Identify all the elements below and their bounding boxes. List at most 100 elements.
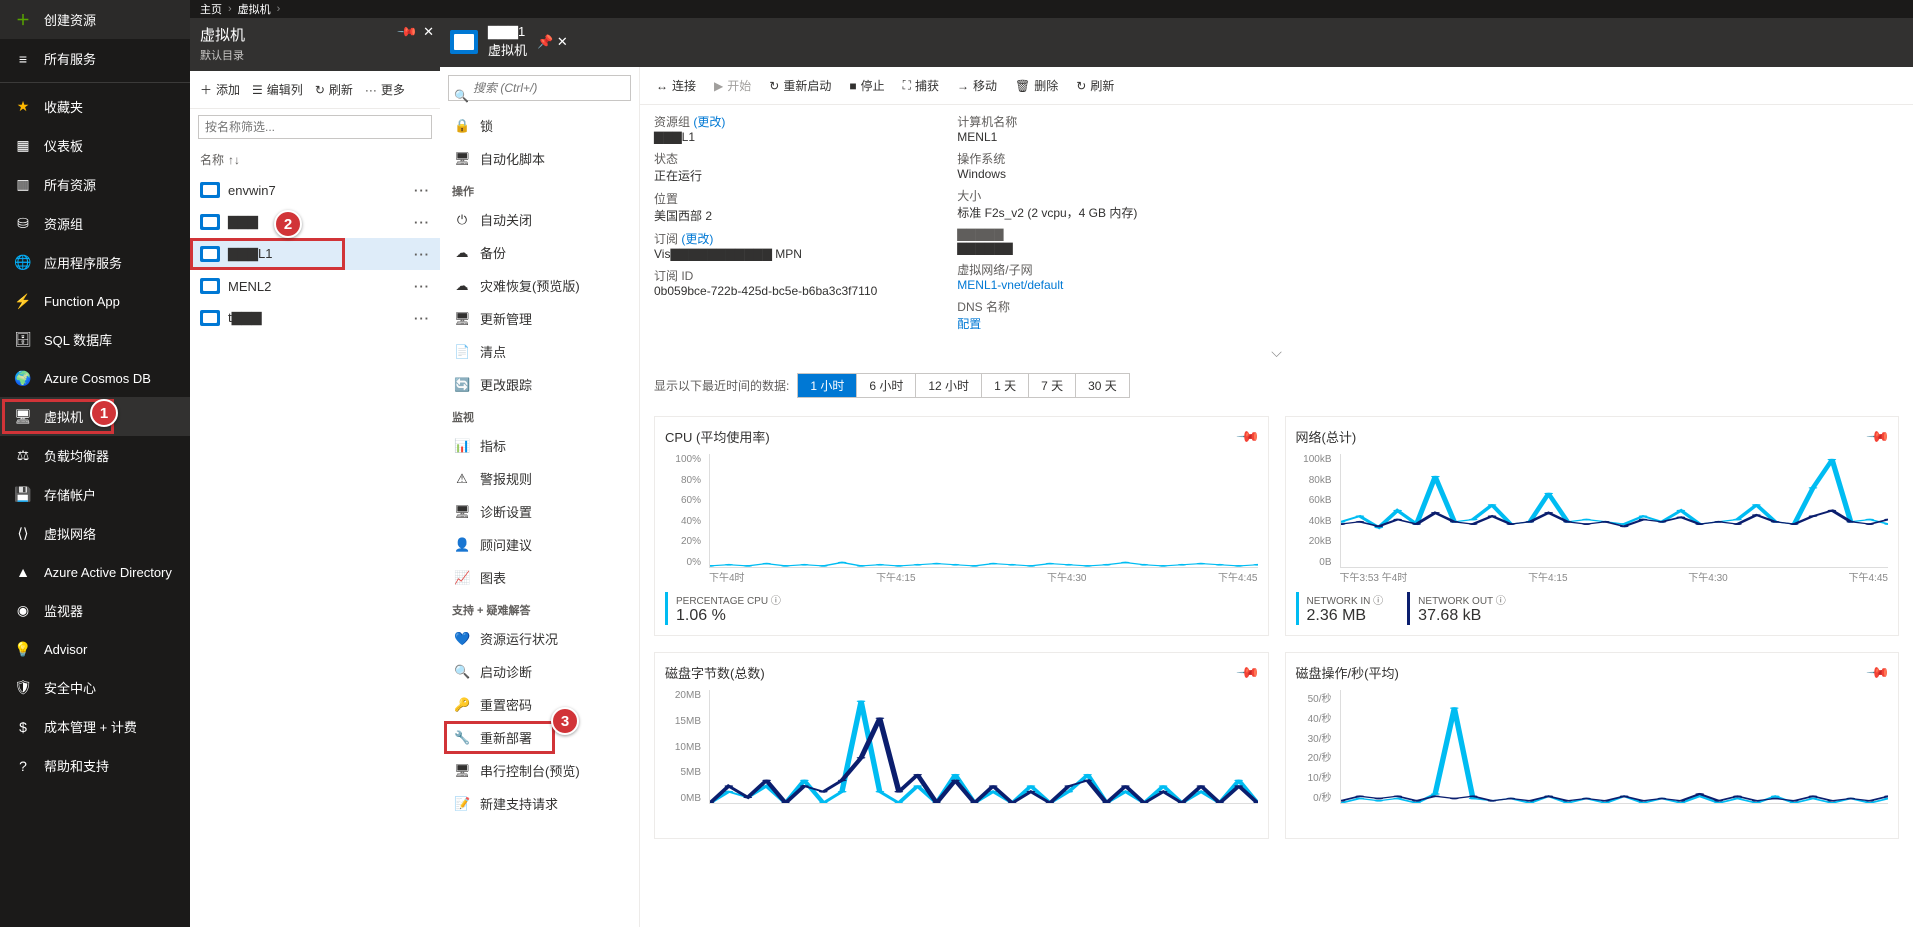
nav-favorites[interactable]: ★ 收藏夹 bbox=[0, 87, 190, 126]
settings-search-input[interactable] bbox=[448, 75, 631, 101]
nav-item-6[interactable]: 🌍Azure Cosmos DB bbox=[0, 359, 190, 397]
nav-item-4[interactable]: ⚡Function App bbox=[0, 282, 190, 320]
close-icon[interactable]: ✕ bbox=[557, 34, 568, 49]
menu-item[interactable]: 🔧重新部署3 bbox=[440, 721, 639, 754]
chart-legend: PERCENTAGE CPU ⓘ1.06 % bbox=[665, 592, 1258, 625]
nav-item-12[interactable]: ◉监视器 bbox=[0, 591, 190, 630]
vm-row[interactable]: ▇▇▇L1··· bbox=[190, 238, 440, 270]
filter-input[interactable] bbox=[198, 115, 432, 139]
chart-area[interactable]: 100%80%60%40%20%0% 下午4时下午4:15下午4:30下午4:4… bbox=[665, 454, 1258, 584]
menu-item[interactable]: 🖥更新管理 bbox=[440, 302, 639, 335]
nav-item-3[interactable]: 🌐应用程序服务 bbox=[0, 243, 190, 282]
time-range-button[interactable]: 30 天 bbox=[1076, 374, 1129, 397]
info-icon: ⓘ bbox=[1496, 596, 1506, 607]
menu-item[interactable]: 📄清点 bbox=[440, 335, 639, 368]
vm-row[interactable]: envwin7··· bbox=[190, 174, 440, 206]
menu-icon: 🖥 bbox=[454, 504, 470, 520]
start-button[interactable]: ▶开始 bbox=[708, 75, 757, 96]
nav-item-15[interactable]: $成本管理 + 计费 bbox=[0, 707, 190, 746]
vm-row[interactable]: ▇▇▇··· bbox=[190, 206, 440, 238]
refresh-button[interactable]: ↻刷新 bbox=[311, 79, 357, 100]
pin-icon[interactable]: 📌 bbox=[1235, 424, 1261, 450]
prop-value: 美国西部 2 bbox=[654, 207, 877, 224]
nav-item-14[interactable]: 🛡安全中心 bbox=[0, 668, 190, 707]
more-icon[interactable]: ··· bbox=[414, 311, 430, 326]
menu-item[interactable]: 👤顾问建议 bbox=[440, 528, 639, 561]
more-icon[interactable]: ··· bbox=[414, 183, 430, 198]
chart-area[interactable]: 50/秒40/秒30/秒20/秒10/秒0/秒 bbox=[1296, 690, 1889, 820]
pin-icon[interactable]: 📌 bbox=[1235, 660, 1261, 686]
menu-item[interactable]: 💙资源运行状况 bbox=[440, 622, 639, 655]
menu-item[interactable]: 📊指标 bbox=[440, 429, 639, 462]
more-button[interactable]: ···更多 bbox=[361, 79, 409, 100]
time-range-button[interactable]: 12 小时 bbox=[916, 374, 982, 397]
chart-area[interactable]: 100kB80kB60kB40kB20kB0B 下午3:53 午4时下午4:15… bbox=[1296, 454, 1889, 584]
time-range-button[interactable]: 7 天 bbox=[1029, 374, 1076, 397]
menu-item[interactable]: 📝新建支持请求 bbox=[440, 787, 639, 820]
refresh-button[interactable]: ↻刷新 bbox=[1070, 75, 1120, 96]
pin-icon[interactable]: 📌 bbox=[1866, 660, 1892, 686]
menu-item[interactable]: 🖥自动化脚本 bbox=[440, 142, 639, 175]
prop-change-link[interactable]: (更改) bbox=[693, 115, 725, 129]
prop-value[interactable]: MENL1-vnet/default bbox=[957, 278, 1137, 292]
nav-item-7[interactable]: 🖥虚拟机1 bbox=[0, 397, 190, 436]
nav-label: Function App bbox=[44, 294, 120, 309]
time-range-button[interactable]: 1 天 bbox=[982, 374, 1029, 397]
menu-item[interactable]: ⚠警报规则 bbox=[440, 462, 639, 495]
vm-row[interactable]: MENL2··· bbox=[190, 270, 440, 302]
pin-icon[interactable]: 📌 bbox=[396, 21, 419, 44]
restart-button[interactable]: ↻重新启动 bbox=[763, 75, 837, 96]
breadcrumb-vm[interactable]: 虚拟机 bbox=[238, 1, 271, 17]
menu-label: 诊断设置 bbox=[480, 502, 532, 521]
nav-item-5[interactable]: 🗄SQL 数据库 bbox=[0, 320, 190, 359]
time-range-button[interactable]: 1 小时 bbox=[798, 374, 857, 397]
nav-item-13[interactable]: 💡Advisor bbox=[0, 630, 190, 668]
vm-row[interactable]: t▇▇▇··· bbox=[190, 302, 440, 334]
more-icon[interactable]: ··· bbox=[414, 247, 430, 262]
menu-item[interactable]: 🔍启动诊断 bbox=[440, 655, 639, 688]
plot bbox=[709, 454, 1258, 568]
list-header-name[interactable]: 名称 ↑↓ bbox=[190, 145, 440, 174]
prop-value[interactable]: 配置 bbox=[957, 315, 1137, 332]
menu-item[interactable]: ☁灾难恢复(预览版) bbox=[440, 269, 639, 302]
nav-item-2[interactable]: ⛁资源组 bbox=[0, 204, 190, 243]
nav-item-0[interactable]: ▦仪表板 bbox=[0, 126, 190, 165]
add-button[interactable]: ＋添加 bbox=[196, 79, 244, 100]
connect-button[interactable]: ↔连接 bbox=[650, 75, 702, 96]
menu-item[interactable]: ⏻自动关闭 bbox=[440, 203, 639, 236]
menu-item[interactable]: 🖥 诊断设置 bbox=[440, 495, 639, 528]
more-icon[interactable]: ··· bbox=[414, 215, 430, 230]
nav-item-1[interactable]: ▥所有资源 bbox=[0, 165, 190, 204]
delete-button[interactable]: 🗑删除 bbox=[1009, 75, 1064, 96]
breadcrumb-home[interactable]: 主页 bbox=[200, 1, 222, 17]
move-button[interactable]: →移动 bbox=[951, 75, 1003, 96]
menu-item[interactable]: 🔑重置密码 bbox=[440, 688, 639, 721]
stop-button[interactable]: ■停止 bbox=[843, 75, 890, 96]
time-range-bar: 显示以下最近时间的数据: 1 小时6 小时12 小时1 天7 天30 天 bbox=[640, 367, 1913, 404]
menu-item[interactable]: 📈图表 bbox=[440, 561, 639, 594]
nav-item-11[interactable]: ▲Azure Active Directory bbox=[0, 553, 190, 591]
nav-item-9[interactable]: 💾存储帐户 bbox=[0, 475, 190, 514]
pin-icon[interactable]: 📌 bbox=[1866, 424, 1892, 450]
pin-icon[interactable]: 📌 bbox=[537, 34, 553, 49]
expand-toggle[interactable]: ⌵ bbox=[640, 344, 1913, 361]
nav-create-resource[interactable]: ＋ 创建资源 bbox=[0, 0, 190, 39]
menu-item[interactable]: ☁备份 bbox=[440, 236, 639, 269]
nav-all-services[interactable]: ≡ 所有服务 bbox=[0, 39, 190, 78]
time-range-button[interactable]: 6 小时 bbox=[857, 374, 916, 397]
capture-button[interactable]: ⛶捕获 bbox=[897, 75, 945, 96]
prop-label: 位置 bbox=[654, 192, 678, 206]
menu-item[interactable]: 🔄更改跟踪 bbox=[440, 368, 639, 401]
menu-icon: 🖥 bbox=[454, 151, 470, 167]
menu-item[interactable]: 🔒锁 bbox=[440, 109, 639, 142]
more-icon[interactable]: ··· bbox=[414, 279, 430, 294]
close-icon[interactable]: ✕ bbox=[423, 24, 434, 40]
nav-item-8[interactable]: ⚖负载均衡器 bbox=[0, 436, 190, 475]
menu-item[interactable]: 🖥串行控制台(预览) bbox=[440, 754, 639, 787]
prop-change-link[interactable]: (更改) bbox=[681, 232, 713, 246]
nav-item-16[interactable]: ?帮助和支持 bbox=[0, 746, 190, 785]
columns-button[interactable]: ☰编辑列 bbox=[248, 79, 307, 100]
nav-icon: ◉ bbox=[14, 602, 32, 620]
nav-item-10[interactable]: ⟨⟩虚拟网络 bbox=[0, 514, 190, 553]
chart-area[interactable]: 20MB15MB10MB5MB0MB bbox=[665, 690, 1258, 820]
